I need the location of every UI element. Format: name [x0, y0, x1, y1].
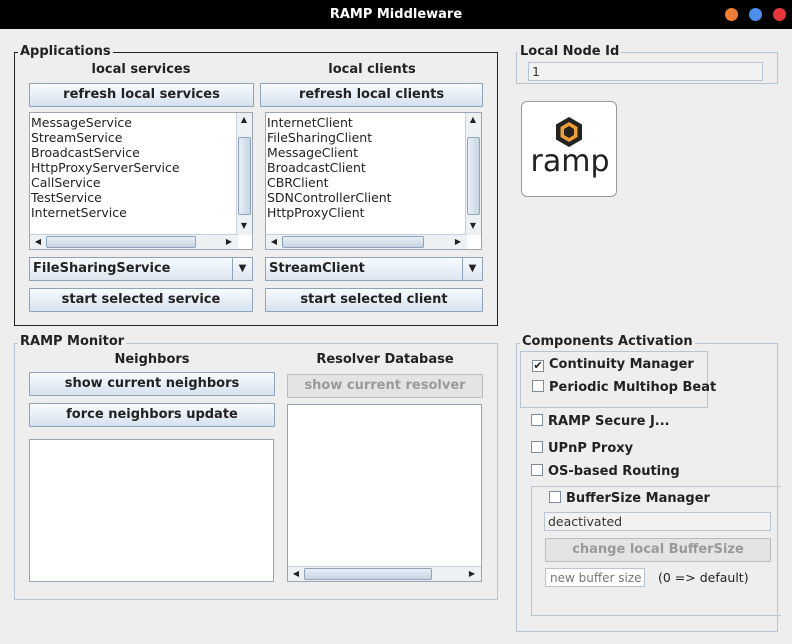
check-icon: ✔ — [532, 359, 544, 372]
upnp-proxy-checkbox[interactable]: UPnP Proxy — [531, 441, 633, 457]
checkbox-box — [531, 464, 543, 476]
show-current-resolver-button: show current resolver — [287, 374, 483, 398]
clients-horizontal-scrollbar[interactable]: ◀ ▶ — [266, 234, 467, 249]
force-neighbors-update-button[interactable]: force neighbors update — [29, 403, 275, 427]
services-list[interactable]: MessageService StreamService BroadcastServ… — [29, 112, 253, 250]
scroll-thumb[interactable] — [304, 568, 432, 580]
scroll-thumb[interactable] — [46, 236, 196, 248]
client-select[interactable]: StreamClient ▼ — [265, 257, 483, 281]
scroll-thumb[interactable] — [467, 137, 480, 215]
clients-vertical-scrollbar[interactable]: ▲ ▼ — [465, 113, 481, 235]
local-services-header: local services — [91, 62, 191, 77]
periodic-multihop-beat-checkbox[interactable]: Periodic Multihop Beat — [532, 380, 716, 396]
list-item[interactable]: FileSharingClient — [266, 130, 481, 145]
list-item[interactable]: BroadcastClient — [266, 160, 481, 175]
scroll-left-icon[interactable]: ◀ — [31, 237, 45, 247]
buffersize-manager-label: BufferSize Manager — [566, 491, 710, 506]
ramp-secure-label: RAMP Secure J... — [548, 414, 670, 429]
checkbox-box — [532, 380, 544, 392]
periodic-multihop-beat-label: Periodic Multihop Beat — [549, 380, 717, 395]
components-activation-legend: Components Activation — [520, 334, 695, 349]
change-local-buffersize-button: change local BufferSize — [545, 538, 771, 562]
list-item[interactable]: StreamService — [30, 130, 252, 145]
scroll-thumb[interactable] — [282, 236, 424, 248]
list-item[interactable]: InternetService — [30, 205, 252, 220]
scroll-right-icon[interactable]: ▶ — [222, 237, 236, 247]
start-selected-client-button[interactable]: start selected client — [265, 288, 483, 312]
chevron-down-icon[interactable]: ▼ — [462, 258, 482, 280]
upnp-proxy-label: UPnP Proxy — [548, 441, 634, 456]
buffersize-status-field: deactivated — [544, 512, 771, 531]
list-item[interactable]: InternetClient — [266, 115, 481, 130]
list-item[interactable]: BroadcastService — [30, 145, 252, 160]
services-vertical-scrollbar[interactable]: ▲ ▼ — [236, 113, 252, 235]
checkbox-box — [549, 491, 561, 503]
logo-text: ramp — [530, 144, 610, 179]
scroll-up-icon[interactable]: ▲ — [466, 115, 480, 125]
refresh-local-services-button[interactable]: refresh local services — [29, 83, 254, 107]
resolver-list[interactable]: ◀ ▶ — [287, 404, 482, 582]
continuity-manager-label: Continuity Manager — [549, 357, 694, 372]
applications-legend: Applications — [18, 44, 113, 59]
client-select-value: StreamClient — [269, 261, 365, 276]
buffersize-manager-checkbox[interactable]: BufferSize Manager — [549, 491, 710, 507]
scroll-thumb[interactable] — [238, 137, 251, 215]
local-node-legend: Local Node Id — [518, 44, 622, 59]
buffer-size-hint: (0 => default) — [658, 570, 749, 585]
continuity-manager-checkbox[interactable]: ✔ Continuity Manager — [532, 357, 694, 373]
scroll-left-icon[interactable]: ◀ — [267, 237, 281, 247]
list-item[interactable]: MessageClient — [266, 145, 481, 160]
maximize-icon[interactable] — [749, 8, 762, 21]
neighbors-list[interactable] — [29, 439, 274, 582]
chevron-down-icon[interactable]: ▼ — [232, 258, 252, 280]
scroll-right-icon[interactable]: ▶ — [451, 237, 465, 247]
neighbors-header: Neighbors — [114, 352, 190, 367]
new-buffer-size-input[interactable] — [545, 568, 645, 587]
title-bar: RAMP Middleware — [0, 0, 792, 29]
scroll-left-icon[interactable]: ◀ — [289, 569, 303, 579]
resolver-horizontal-scrollbar[interactable]: ◀ ▶ — [288, 566, 481, 581]
checkbox-box — [531, 414, 543, 426]
list-item[interactable]: SDNControllerClient — [266, 190, 481, 205]
start-selected-service-button[interactable]: start selected service — [29, 288, 253, 312]
close-icon[interactable] — [773, 8, 786, 21]
os-based-routing-checkbox[interactable]: OS-based Routing — [531, 464, 680, 480]
ramp-logo: ramp — [521, 101, 617, 197]
local-node-id-field: 1 — [528, 62, 763, 81]
os-based-routing-label: OS-based Routing — [548, 464, 680, 479]
scroll-down-icon[interactable]: ▼ — [237, 221, 251, 231]
resolver-database-header: Resolver Database — [316, 352, 454, 367]
scroll-right-icon[interactable]: ▶ — [465, 569, 479, 579]
service-select-value: FileSharingService — [33, 261, 171, 276]
service-select[interactable]: FileSharingService ▼ — [29, 257, 253, 281]
list-item[interactable]: TestService — [30, 190, 252, 205]
ramp-secure-checkbox[interactable]: RAMP Secure J... — [531, 414, 670, 430]
show-current-neighbors-button[interactable]: show current neighbors — [29, 372, 275, 396]
checkbox-box — [531, 441, 543, 453]
refresh-local-clients-button[interactable]: refresh local clients — [260, 83, 483, 107]
list-item[interactable]: CallService — [30, 175, 252, 190]
list-item[interactable]: MessageService — [30, 115, 252, 130]
window-title: RAMP Middleware — [329, 7, 463, 22]
local-clients-header: local clients — [328, 62, 416, 77]
ramp-monitor-legend: RAMP Monitor — [18, 334, 127, 349]
list-item[interactable]: HttpProxyServerService — [30, 160, 252, 175]
scroll-up-icon[interactable]: ▲ — [237, 115, 251, 125]
list-item[interactable]: CBRClient — [266, 175, 481, 190]
minimize-icon[interactable] — [725, 8, 738, 21]
clients-list[interactable]: InternetClient FileSharingClient MessageCl… — [265, 112, 482, 250]
list-item[interactable]: HttpProxyClient — [266, 205, 481, 220]
scroll-down-icon[interactable]: ▼ — [466, 221, 480, 231]
services-horizontal-scrollbar[interactable]: ◀ ▶ — [30, 234, 238, 249]
